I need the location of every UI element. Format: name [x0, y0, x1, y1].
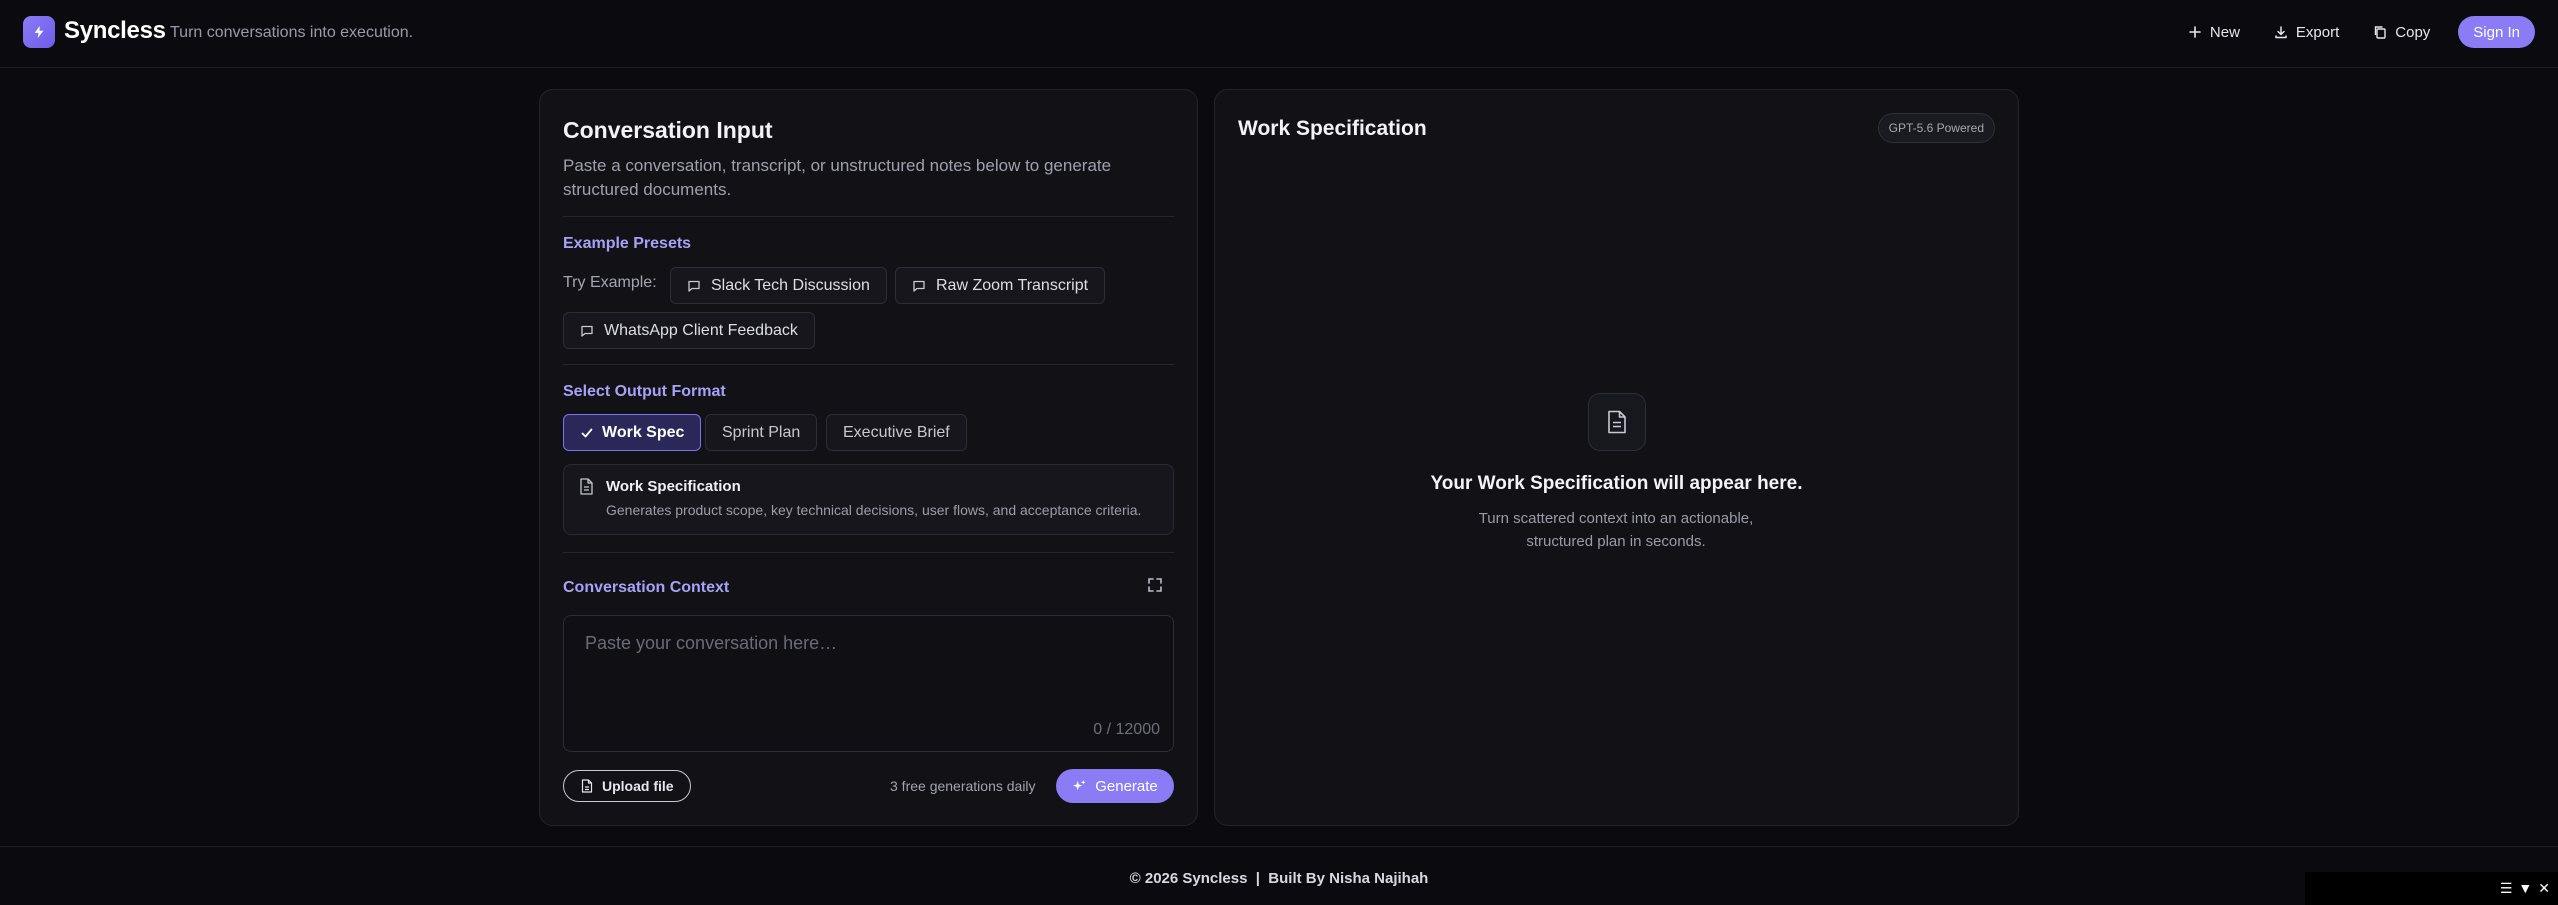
- file-icon: [581, 779, 593, 793]
- output-panel-title: Work Specification: [1238, 117, 1427, 140]
- download-icon: [2275, 26, 2287, 39]
- divider: [563, 364, 1174, 365]
- format-sprint-plan-button[interactable]: Sprint Plan: [705, 414, 818, 451]
- divider: [563, 216, 1174, 217]
- format-label: Executive Brief: [843, 423, 950, 441]
- free-generations-note: 3 free generations daily: [890, 778, 1036, 794]
- preset-raw-zoom-transcript[interactable]: Raw Zoom Transcript: [895, 267, 1106, 304]
- preset-slack-tech-discussion[interactable]: Slack Tech Discussion: [670, 267, 887, 304]
- dropdown-triangle-icon[interactable]: ▼: [2518, 880, 2532, 896]
- check-icon: [581, 428, 593, 437]
- preset-whatsapp-client-feedback[interactable]: WhatsApp Client Feedback: [563, 312, 815, 349]
- panel-title: Conversation Input: [563, 117, 773, 143]
- upload-file-label: Upload file: [602, 778, 674, 794]
- example-presets-label: Example Presets: [563, 235, 692, 252]
- floating-widget-bar: ☰ ▼ ✕: [2305, 872, 2558, 905]
- try-example-label: Try Example:: [563, 274, 657, 291]
- character-count: 0 / 12000: [1093, 721, 1160, 738]
- format-info-description: Generates product scope, key technical d…: [606, 502, 1142, 518]
- new-button[interactable]: New: [2174, 16, 2254, 48]
- plus-icon: [2189, 26, 2201, 38]
- format-executive-brief-button[interactable]: Executive Brief: [826, 414, 967, 451]
- powered-by-badge: GPT-5.6 Powered: [1877, 113, 1995, 143]
- preset-label: Raw Zoom Transcript: [936, 276, 1089, 294]
- empty-state-title: Your Work Specification will appear here…: [1430, 473, 1803, 494]
- chat-bubble-icon: [913, 280, 925, 292]
- brand-name[interactable]: Syncless: [64, 17, 166, 45]
- copy-icon: [2375, 26, 2386, 39]
- export-button-label: Export: [2295, 23, 2340, 41]
- document-icon: [580, 478, 593, 495]
- output-format-label: Select Output Format: [563, 383, 726, 400]
- empty-state-description: Turn scattered context into an actionabl…: [1478, 510, 1754, 550]
- conversation-input[interactable]: [564, 616, 1173, 751]
- top-navigation-bar: Syncless Turn conversations into executi…: [0, 0, 2558, 68]
- chat-bubble-icon: [581, 325, 593, 337]
- sparkle-icon: [1073, 779, 1086, 790]
- copy-button-label: Copy: [2395, 23, 2431, 41]
- close-icon[interactable]: ✕: [2538, 880, 2550, 896]
- sign-in-button[interactable]: Sign In: [2458, 16, 2535, 48]
- generate-label: Generate: [1095, 777, 1158, 795]
- footer-copyright: © 2026 Syncless | Built By Nisha Najihah: [1129, 870, 1429, 887]
- page-footer: © 2026 Syncless | Built By Nisha Najihah: [0, 846, 2558, 905]
- preset-label: Slack Tech Discussion: [711, 276, 870, 294]
- conversation-context-label: Conversation Context: [563, 579, 730, 596]
- upload-file-button[interactable]: Upload file: [563, 770, 691, 802]
- logo-bolt-icon[interactable]: [23, 16, 55, 48]
- format-label: Work Spec: [602, 423, 685, 441]
- preset-label: WhatsApp Client Feedback: [604, 321, 798, 339]
- conversation-textarea-container: 0 / 12000: [563, 615, 1174, 752]
- empty-state-document-icon: [1588, 393, 1646, 451]
- format-label: Sprint Plan: [722, 423, 801, 441]
- brand-tagline: Turn conversations into execution.: [170, 24, 414, 41]
- divider: [563, 552, 1174, 553]
- copy-button[interactable]: Copy: [2359, 16, 2444, 48]
- format-work-spec-button[interactable]: Work Spec: [563, 414, 702, 451]
- header-actions: New Export Copy Sign In: [2174, 16, 2535, 48]
- document-icon: [1608, 410, 1626, 434]
- expand-fullscreen-icon[interactable]: [1147, 577, 1163, 593]
- format-description-box: Work Specification Generates product sco…: [563, 464, 1174, 535]
- new-button-label: New: [2209, 23, 2240, 41]
- format-info-title: Work Specification: [606, 478, 741, 495]
- conversation-input-panel: Conversation Input Paste a conversation,…: [539, 89, 1198, 826]
- menu-icon[interactable]: ☰: [2500, 880, 2513, 896]
- chat-bubble-icon: [688, 280, 700, 292]
- work-specification-output-panel: Work Specification GPT-5.6 Powered Your …: [1214, 89, 2019, 826]
- panel-subtitle: Paste a conversation, transcript, or uns…: [563, 156, 1112, 199]
- export-button[interactable]: Export: [2260, 16, 2353, 48]
- widget-controls: ☰ ▼ ✕: [2500, 880, 2550, 896]
- generate-button[interactable]: Generate: [1056, 769, 1174, 803]
